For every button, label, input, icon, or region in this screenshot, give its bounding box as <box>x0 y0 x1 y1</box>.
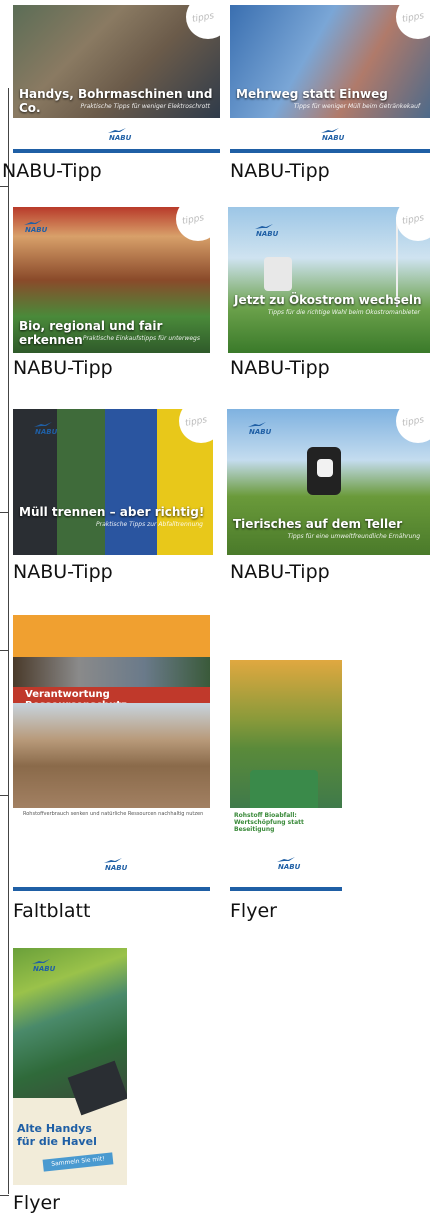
publication-card[interactable]: tipps Mehrweg statt Einweg Tipps für wen… <box>230 5 430 185</box>
cover-subtitle: Tipps für eine umweltfreundliche Ernähru… <box>287 533 420 540</box>
nabu-logo: NABU <box>99 857 127 872</box>
cover-thumbnail[interactable]: tipps NABU Tierisches auf dem Teller Tip… <box>227 409 430 555</box>
nabu-logo: NABU <box>27 958 55 973</box>
card-caption: NABU-Tipp <box>13 561 113 583</box>
cover-subtitle: Sammeln Sie mit! <box>42 1152 114 1172</box>
cover-title: Mehrweg statt Einweg <box>236 87 388 101</box>
left-border-line <box>8 88 9 1194</box>
cover-title: Tierisches auf dem Teller <box>233 517 403 531</box>
nabu-logo: NABU <box>29 421 57 436</box>
cover-title: Alte Handys für die Havel <box>17 1122 97 1148</box>
card-caption: NABU-Tipp <box>13 357 113 379</box>
cover-thumbnail[interactable]: tipps Handys, Bohrmaschinen und Co. Prak… <box>13 5 220 153</box>
divider-tick <box>0 650 9 651</box>
blue-rule <box>230 149 430 153</box>
cover-title: Handys, Bohrmaschinen und Co. <box>19 87 213 115</box>
card-caption: NABU-Tipp <box>230 357 330 379</box>
blue-rule <box>230 887 342 891</box>
card-caption: NABU-Tipp <box>230 160 330 182</box>
publication-card[interactable]: tipps NABU Tierisches auf dem Teller Tip… <box>227 409 430 584</box>
bin-shape <box>250 770 318 808</box>
divider-tick <box>0 1195 9 1196</box>
card-caption: NABU-Tipp <box>2 160 102 182</box>
cover-subtitle: Tipps für weniger Müll beim Getränkekauf <box>293 103 420 110</box>
nabu-logo: NABU <box>19 219 47 234</box>
card-caption: Flyer <box>230 900 277 922</box>
cover-thumbnail[interactable]: tipps NABU Bio, regional und fair erkenn… <box>13 207 210 353</box>
card-caption: Faltblatt <box>13 900 91 922</box>
cover-thumbnail[interactable]: NABU Alte Handys für die Havel Sammeln S… <box>13 948 127 1185</box>
cover-thumbnail[interactable]: tipps Mehrweg statt Einweg Tipps für wen… <box>230 5 430 153</box>
cover-subtitle: Praktische Einkaufstipps für unterwegs <box>82 335 200 342</box>
red-banner: Verantwortung Ressourcenschutz <box>13 687 210 711</box>
orange-header <box>13 615 210 657</box>
cover-subtitle: Praktische Tipps zur Abfalltrennung <box>96 521 203 528</box>
cover-title: Müll trennen – aber richtig! <box>19 505 205 519</box>
cover-title: Jetzt zu Ökostrom wechseln <box>234 293 422 307</box>
publication-card[interactable]: tipps Handys, Bohrmaschinen und Co. Prak… <box>2 5 220 185</box>
publication-card[interactable]: NABU Alte Handys für die Havel Sammeln S… <box>13 948 127 1216</box>
cover-title: Bio, regional und fair erkennen <box>19 319 163 347</box>
cover-subtitle: Praktische Tipps für weniger Elektroschr… <box>80 103 210 110</box>
card-caption: Flyer <box>13 1192 60 1214</box>
nabu-logo: NABU <box>316 127 344 142</box>
photo-strip <box>13 657 210 687</box>
cover-title: Rohstoff Bioabfall: Wertschöpfung statt … <box>234 812 304 833</box>
divider-tick <box>0 512 9 513</box>
nabu-logo: NABU <box>243 421 271 436</box>
nabu-logo: NABU <box>103 127 131 142</box>
cover-thumbnail[interactable]: Verantwortung Ressourcenschutz Rohstoffv… <box>13 615 210 892</box>
nabu-logo: NABU <box>272 856 300 871</box>
nabu-logo: NABU <box>250 223 278 238</box>
publication-card[interactable]: Verantwortung Ressourcenschutz Rohstoffv… <box>13 615 210 922</box>
mine-photo <box>13 703 210 808</box>
publication-card[interactable]: tipps NABU Jetzt zu Ökostrom wechseln Ti… <box>228 207 430 382</box>
divider-tick <box>0 186 9 187</box>
cover-thumbnail[interactable]: Rohstoff Bioabfall: Wertschöpfung statt … <box>230 660 342 892</box>
blue-rule <box>13 149 220 153</box>
publication-card[interactable]: Rohstoff Bioabfall: Wertschöpfung statt … <box>230 660 342 922</box>
socket-shape <box>264 257 292 291</box>
cover-subtitle: Tipps für die richtige Wahl beim Ökostro… <box>267 309 420 316</box>
cover-subtitle: Rohstoffverbrauch senken und natürliche … <box>23 811 204 817</box>
divider-tick <box>0 795 9 796</box>
cover-thumbnail[interactable]: tipps NABU Jetzt zu Ökostrom wechseln Ti… <box>228 207 430 353</box>
publication-card[interactable]: tipps NABU Bio, regional und fair erkenn… <box>13 207 210 382</box>
cover-thumbnail[interactable]: tipps NABU Müll trennen – aber richtig! … <box>13 409 213 555</box>
blue-rule <box>13 887 210 891</box>
publication-card[interactable]: tipps NABU Müll trennen – aber richtig! … <box>13 409 213 584</box>
card-caption: NABU-Tipp <box>230 561 330 583</box>
